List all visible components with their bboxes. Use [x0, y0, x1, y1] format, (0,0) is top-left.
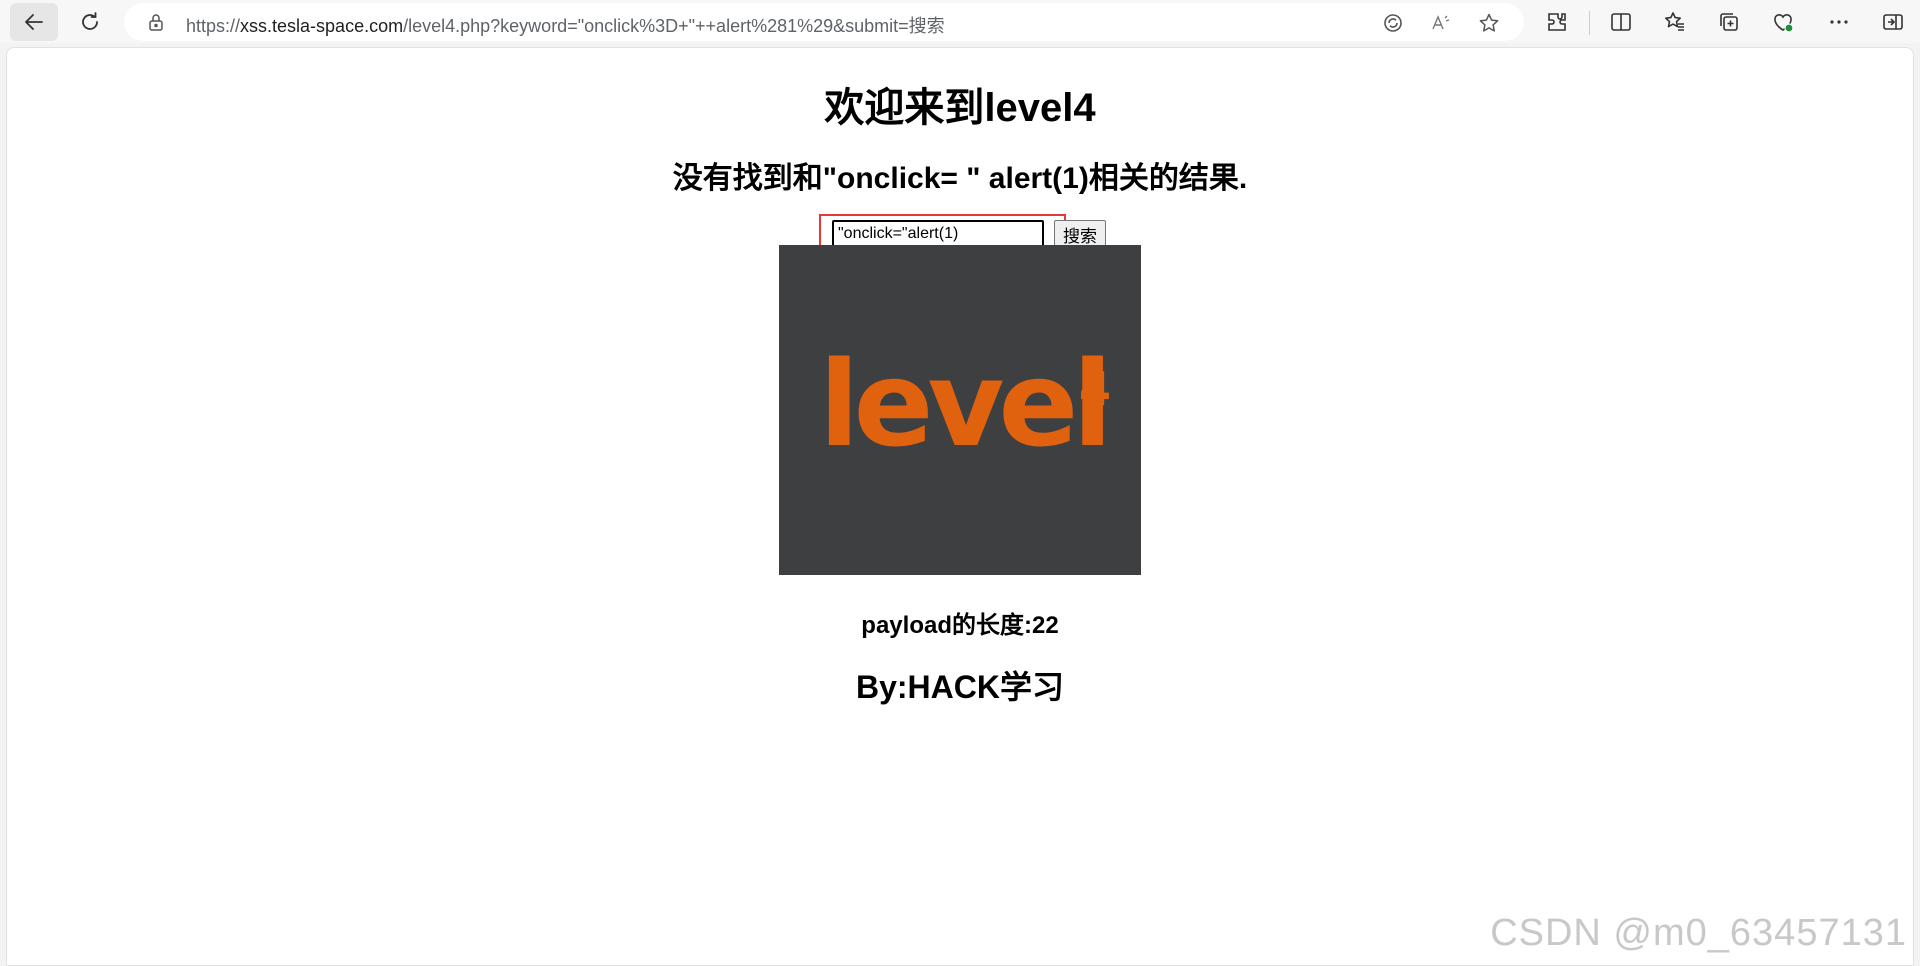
lock-icon: [149, 14, 163, 31]
reload-button[interactable]: [66, 3, 114, 41]
read-aloud-icon[interactable]: [1430, 12, 1452, 34]
keyword-input[interactable]: [832, 220, 1044, 247]
extensions-icon[interactable]: [1544, 9, 1570, 35]
payload-length: payload的长度:22: [861, 612, 1059, 639]
refresh-icon: [82, 12, 98, 30]
arrow-left-icon: [25, 14, 43, 30]
search-result-heading: 没有找到和"onclick= " alert(1)相关的结果.: [672, 162, 1248, 195]
collections-icon[interactable]: [1716, 9, 1742, 35]
favorite-star-icon[interactable]: [1478, 12, 1500, 34]
browser-toolbar: https://xss.tesla-space.com/level4.php?k…: [0, 0, 1920, 43]
browser-essentials-icon[interactable]: [1770, 9, 1796, 35]
page-viewport: 欢迎来到level4 没有找到和"onclick= " alert(1)相关的结…: [6, 47, 1914, 966]
more-menu-icon[interactable]: [1826, 9, 1852, 35]
address-bar[interactable]: https://xss.tesla-space.com/level4.php?k…: [124, 3, 1524, 41]
url-scheme: https://: [186, 16, 241, 36]
sidebar-toggle-icon[interactable]: [1880, 9, 1906, 35]
url-host: xss.tesla-space.com: [240, 16, 404, 36]
url-path: /level4.php?keyword="onclick%3D+"++alert…: [403, 16, 945, 36]
csdn-watermark: CSDN @m0_63457131: [1490, 912, 1907, 954]
page-title: 欢迎来到level4: [824, 86, 1096, 130]
back-button[interactable]: [10, 3, 58, 41]
favorites-icon[interactable]: [1662, 9, 1688, 35]
toolbar-divider: [1589, 11, 1590, 35]
url-text[interactable]: https://xss.tesla-space.com/level4.php?k…: [186, 12, 945, 38]
level-logo-image: level 4: [779, 245, 1141, 575]
author-credit: By:HACK学习: [855, 669, 1064, 705]
refresh-page-icon[interactable]: [1382, 12, 1404, 34]
logo-text: level: [819, 335, 1107, 473]
split-screen-icon[interactable]: [1608, 9, 1634, 35]
logo-superscript: 4: [1079, 362, 1111, 416]
